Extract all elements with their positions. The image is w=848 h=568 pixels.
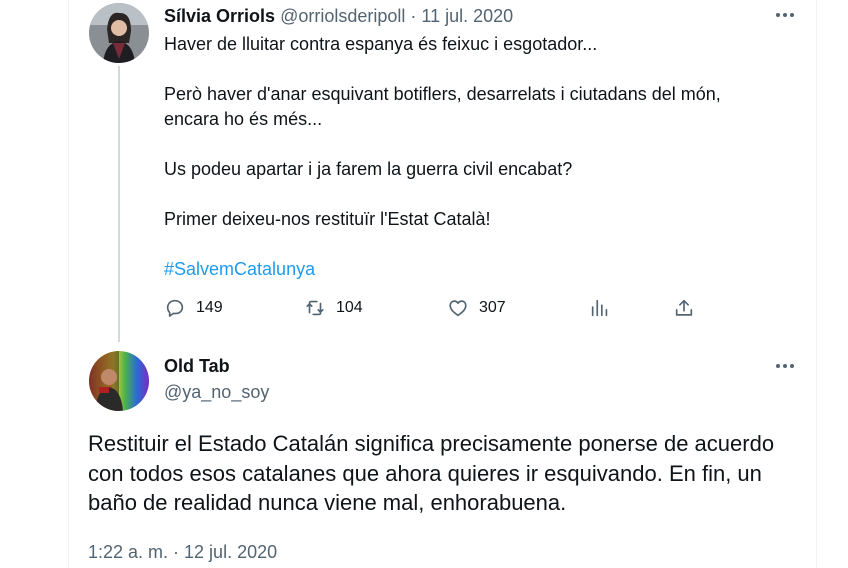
share-icon <box>675 299 693 316</box>
reply-author-name[interactable]: Old Tab <box>164 354 230 378</box>
reply-tweet-text: Restituir el Estado Catalán significa pr… <box>88 429 808 518</box>
heart-icon <box>449 300 467 317</box>
views-button[interactable] <box>589 297 611 319</box>
reply-timestamp[interactable]: 1:22 a. m. · 12 jul. 2020 <box>88 540 277 564</box>
avatar-old-tab[interactable] <box>89 351 149 411</box>
reply-button[interactable]: 149 <box>164 297 223 319</box>
reply-icon <box>166 299 184 317</box>
like-button[interactable]: 307 <box>447 297 506 319</box>
retweet-count: 104 <box>336 299 363 316</box>
more-dots-icon <box>776 364 794 368</box>
reply-count: 149 <box>196 299 223 316</box>
more-dots-icon <box>776 13 794 17</box>
original-tweet-header: Sílvia Orriols @orriolsderipoll · 11 jul… <box>164 4 513 28</box>
header-separator: · <box>405 6 422 26</box>
author-handle[interactable]: @orriolsderipoll <box>280 6 405 26</box>
tweet-paragraph: Haver de lluitar contra espanya és feixu… <box>164 34 598 54</box>
retweet-icon <box>306 300 324 316</box>
tweet-paragraph-line: encara ho és més... <box>164 109 323 129</box>
reply-text-line: Restituir el Estado Catalán significa pr… <box>88 431 775 456</box>
more-options-button[interactable] <box>773 3 797 27</box>
original-tweet-text: Haver de lluitar contra espanya és feixu… <box>164 32 784 282</box>
tweet-paragraph-line: Però haver d'anar esquivant botiflers, d… <box>164 84 721 104</box>
tweet-paragraph: Us podeu apartar i ja farem la guerra ci… <box>164 159 573 179</box>
reply-author-handle[interactable]: @ya_no_soy <box>164 380 269 404</box>
tweet-date[interactable]: 11 jul. 2020 <box>421 6 513 26</box>
avatar-silvia-orriols[interactable] <box>89 3 149 63</box>
share-button[interactable] <box>673 297 695 319</box>
analytics-icon <box>591 299 608 317</box>
reply-text-line: baño de realidad nunca viene mal, enhora… <box>88 490 567 515</box>
like-count: 307 <box>479 299 506 316</box>
reply-text-line: con todos esos catalanes que ahora quier… <box>88 460 762 486</box>
reply-more-options-button[interactable] <box>773 354 797 378</box>
hashtag-link[interactable]: #SalvemCatalunya <box>164 259 315 279</box>
author-name[interactable]: Sílvia Orriols <box>164 6 275 26</box>
retweet-button[interactable]: 104 <box>304 297 363 319</box>
thread-connector-line <box>118 66 120 342</box>
tweet-paragraph: Primer deixeu-nos restituïr l'Estat Cata… <box>164 209 491 229</box>
